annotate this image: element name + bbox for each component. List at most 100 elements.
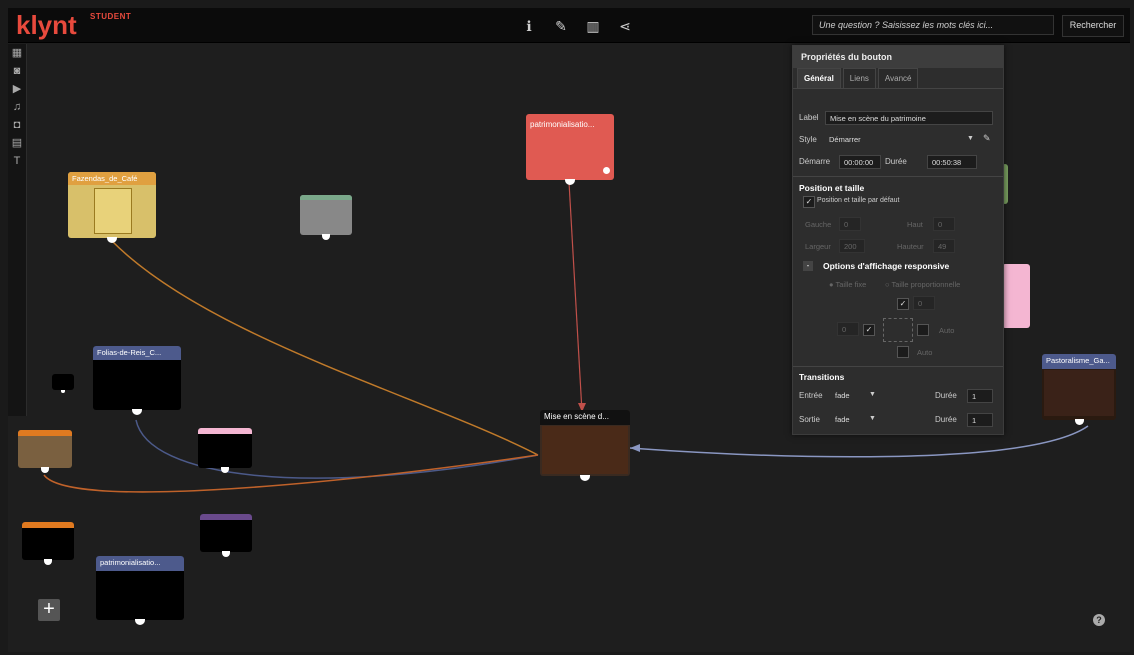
divider <box>793 366 1003 367</box>
anchor-right-checkbox[interactable] <box>917 324 929 336</box>
entree-duration-field[interactable]: 1 <box>967 389 993 403</box>
video-icon[interactable]: ▶ <box>8 80 26 98</box>
share-icon[interactable]: ⋖ <box>614 15 636 37</box>
node-title: Pastoralisme_Ga... <box>1042 354 1116 369</box>
proportional-size-label: Taille proportionnelle <box>891 280 961 289</box>
node-tiny-black[interactable] <box>52 374 74 393</box>
anchor-bottom-checkbox[interactable] <box>897 346 909 358</box>
height-field[interactable]: 49 <box>933 239 955 253</box>
start-label: Démarre <box>799 157 831 166</box>
fixed-size-label: Taille fixe <box>835 280 867 289</box>
collapse-toggle[interactable]: - <box>803 261 813 271</box>
duration-label: Durée <box>885 157 907 166</box>
sortie-duration-label: Durée <box>935 415 957 424</box>
duration-field[interactable]: 00:50:38 <box>927 155 977 169</box>
start-field[interactable]: 00:00:00 <box>839 155 881 169</box>
node-title: Folias-de-Reis_C... <box>93 346 181 360</box>
toolbar: ℹ ✎ ▥ ⋖ <box>518 14 636 38</box>
node-thumbnail <box>94 188 132 234</box>
node-casa[interactable] <box>18 430 72 473</box>
tab-avance[interactable]: Avancé <box>877 68 919 88</box>
sortie-duration-field[interactable]: 1 <box>967 413 993 427</box>
node-small-gray[interactable] <box>300 195 352 240</box>
label-label: Label <box>799 113 819 122</box>
node-folias[interactable]: Folias-de-Reis_C... <box>93 346 181 415</box>
info-icon[interactable]: ℹ <box>518 15 540 37</box>
node-pastoralisme[interactable]: Pastoralisme_Ga... <box>1042 354 1116 425</box>
link-folias-to-mise[interactable] <box>135 419 539 479</box>
height-label: Hauteur <box>897 242 924 251</box>
button-properties-panel: Propriétés du bouton Général Liens Avanc… <box>792 45 1004 435</box>
responsive-section-title: Options d'affichage responsive <box>823 261 950 271</box>
top-field[interactable]: 0 <box>933 217 955 231</box>
anchor-left-checkbox[interactable]: ✓ <box>863 324 875 336</box>
music-icon[interactable]: ♫ <box>8 98 26 116</box>
add-node-button[interactable]: + <box>38 599 60 621</box>
node-patrimonialisation-top[interactable]: patrimonialisatio... <box>526 114 614 185</box>
youtube-icon[interactable]: ◘ <box>8 116 26 134</box>
divider <box>793 176 1003 177</box>
label-field[interactable]: Mise en scène du patrimoine <box>825 111 993 125</box>
node-fazendas[interactable]: Fazendas_de_Café <box>68 172 156 243</box>
tab-liens[interactable]: Liens <box>842 68 876 88</box>
left-label: Gauche <box>805 220 832 229</box>
node-marker-icon <box>603 167 610 174</box>
search-button[interactable]: Rechercher <box>1062 15 1124 37</box>
radio-fixed-size[interactable]: ● Taille fixe <box>829 280 866 289</box>
node-caption-bar <box>22 522 74 528</box>
node-patrimonialisation-bottom[interactable]: patrimonialisatio... <box>96 556 184 625</box>
panel-title: Propriétés du bouton <box>793 46 1003 68</box>
node-title: patrimonialisatio... <box>530 120 595 129</box>
transitions-section-title: Transitions <box>799 372 845 382</box>
node-pink-right[interactable] <box>1002 264 1030 328</box>
student-badge: STUDENT <box>90 12 132 21</box>
node-orange-small[interactable] <box>22 522 74 565</box>
chevron-down-icon[interactable]: ▼ <box>869 391 876 398</box>
pencil-icon[interactable]: ✎ <box>983 133 991 144</box>
default-position-label: Position et taille par défaut <box>817 197 900 204</box>
text-icon[interactable]: T <box>8 152 26 170</box>
grid-icon[interactable]: ▦ <box>8 44 26 62</box>
left-field[interactable]: 0 <box>839 217 861 231</box>
node-title: Mise en scène d... <box>540 410 630 425</box>
top-label: Haut <box>907 220 923 229</box>
anchor-box <box>883 318 913 342</box>
node-purple-small[interactable] <box>200 514 252 557</box>
app-frame: klynt STUDENT ℹ ✎ ▥ ⋖ Une question ? Sai… <box>8 8 1130 652</box>
chevron-down-icon[interactable]: ▼ <box>967 135 974 142</box>
node-thumbnail <box>542 426 628 474</box>
node-pink-small[interactable] <box>198 428 252 473</box>
media-sidebar: ▦ ◙ ▶ ♫ ◘ ▤ T <box>8 44 27 416</box>
style-label: Style <box>799 135 817 144</box>
pencil-icon[interactable]: ✎ <box>550 15 572 37</box>
anchor-left-field[interactable]: 0 <box>837 322 859 336</box>
search-input[interactable]: Une question ? Saisissez les mots clés i… <box>812 15 1054 35</box>
style-select[interactable]: Démarrer <box>825 133 975 147</box>
tab-general[interactable]: Général <box>797 68 841 88</box>
image-icon[interactable]: ▤ <box>8 134 26 152</box>
node-caption-bar <box>198 428 252 434</box>
arrowhead-pastoralisme <box>630 444 640 452</box>
width-field[interactable]: 200 <box>839 239 865 253</box>
radio-proportional-size[interactable]: ○ Taille proportionnelle <box>885 280 960 289</box>
link-patrimo-to-mise[interactable] <box>568 181 583 413</box>
node-title: patrimonialisatio... <box>96 556 184 571</box>
node-mise-en-scene[interactable]: Mise en scène d... <box>540 410 630 481</box>
camera-icon[interactable]: ◙ <box>8 62 26 80</box>
link-casa-to-mise[interactable] <box>43 454 539 493</box>
klynt-logo: klynt <box>16 10 77 40</box>
width-label: Largeur <box>805 242 831 251</box>
node-thumbnail <box>1044 370 1114 416</box>
auto-bottom-label: Auto <box>917 348 933 357</box>
default-position-checkbox[interactable]: ✓ <box>803 196 815 208</box>
chevron-down-icon[interactable]: ▼ <box>869 415 876 422</box>
top-bar: klynt STUDENT ℹ ✎ ▥ ⋖ Une question ? Sai… <box>8 8 1130 43</box>
anchor-top-field[interactable]: 0 <box>913 296 935 310</box>
sortie-label: Sortie <box>799 415 820 424</box>
auto-right-label: Auto <box>939 326 955 335</box>
anchor-top-checkbox[interactable]: ✓ <box>897 298 909 310</box>
help-icon[interactable]: ? <box>1093 614 1105 626</box>
node-caption-bar <box>18 430 72 436</box>
map-icon[interactable]: ▥ <box>582 15 604 37</box>
panel-tabs: Général Liens Avancé <box>793 68 1003 89</box>
